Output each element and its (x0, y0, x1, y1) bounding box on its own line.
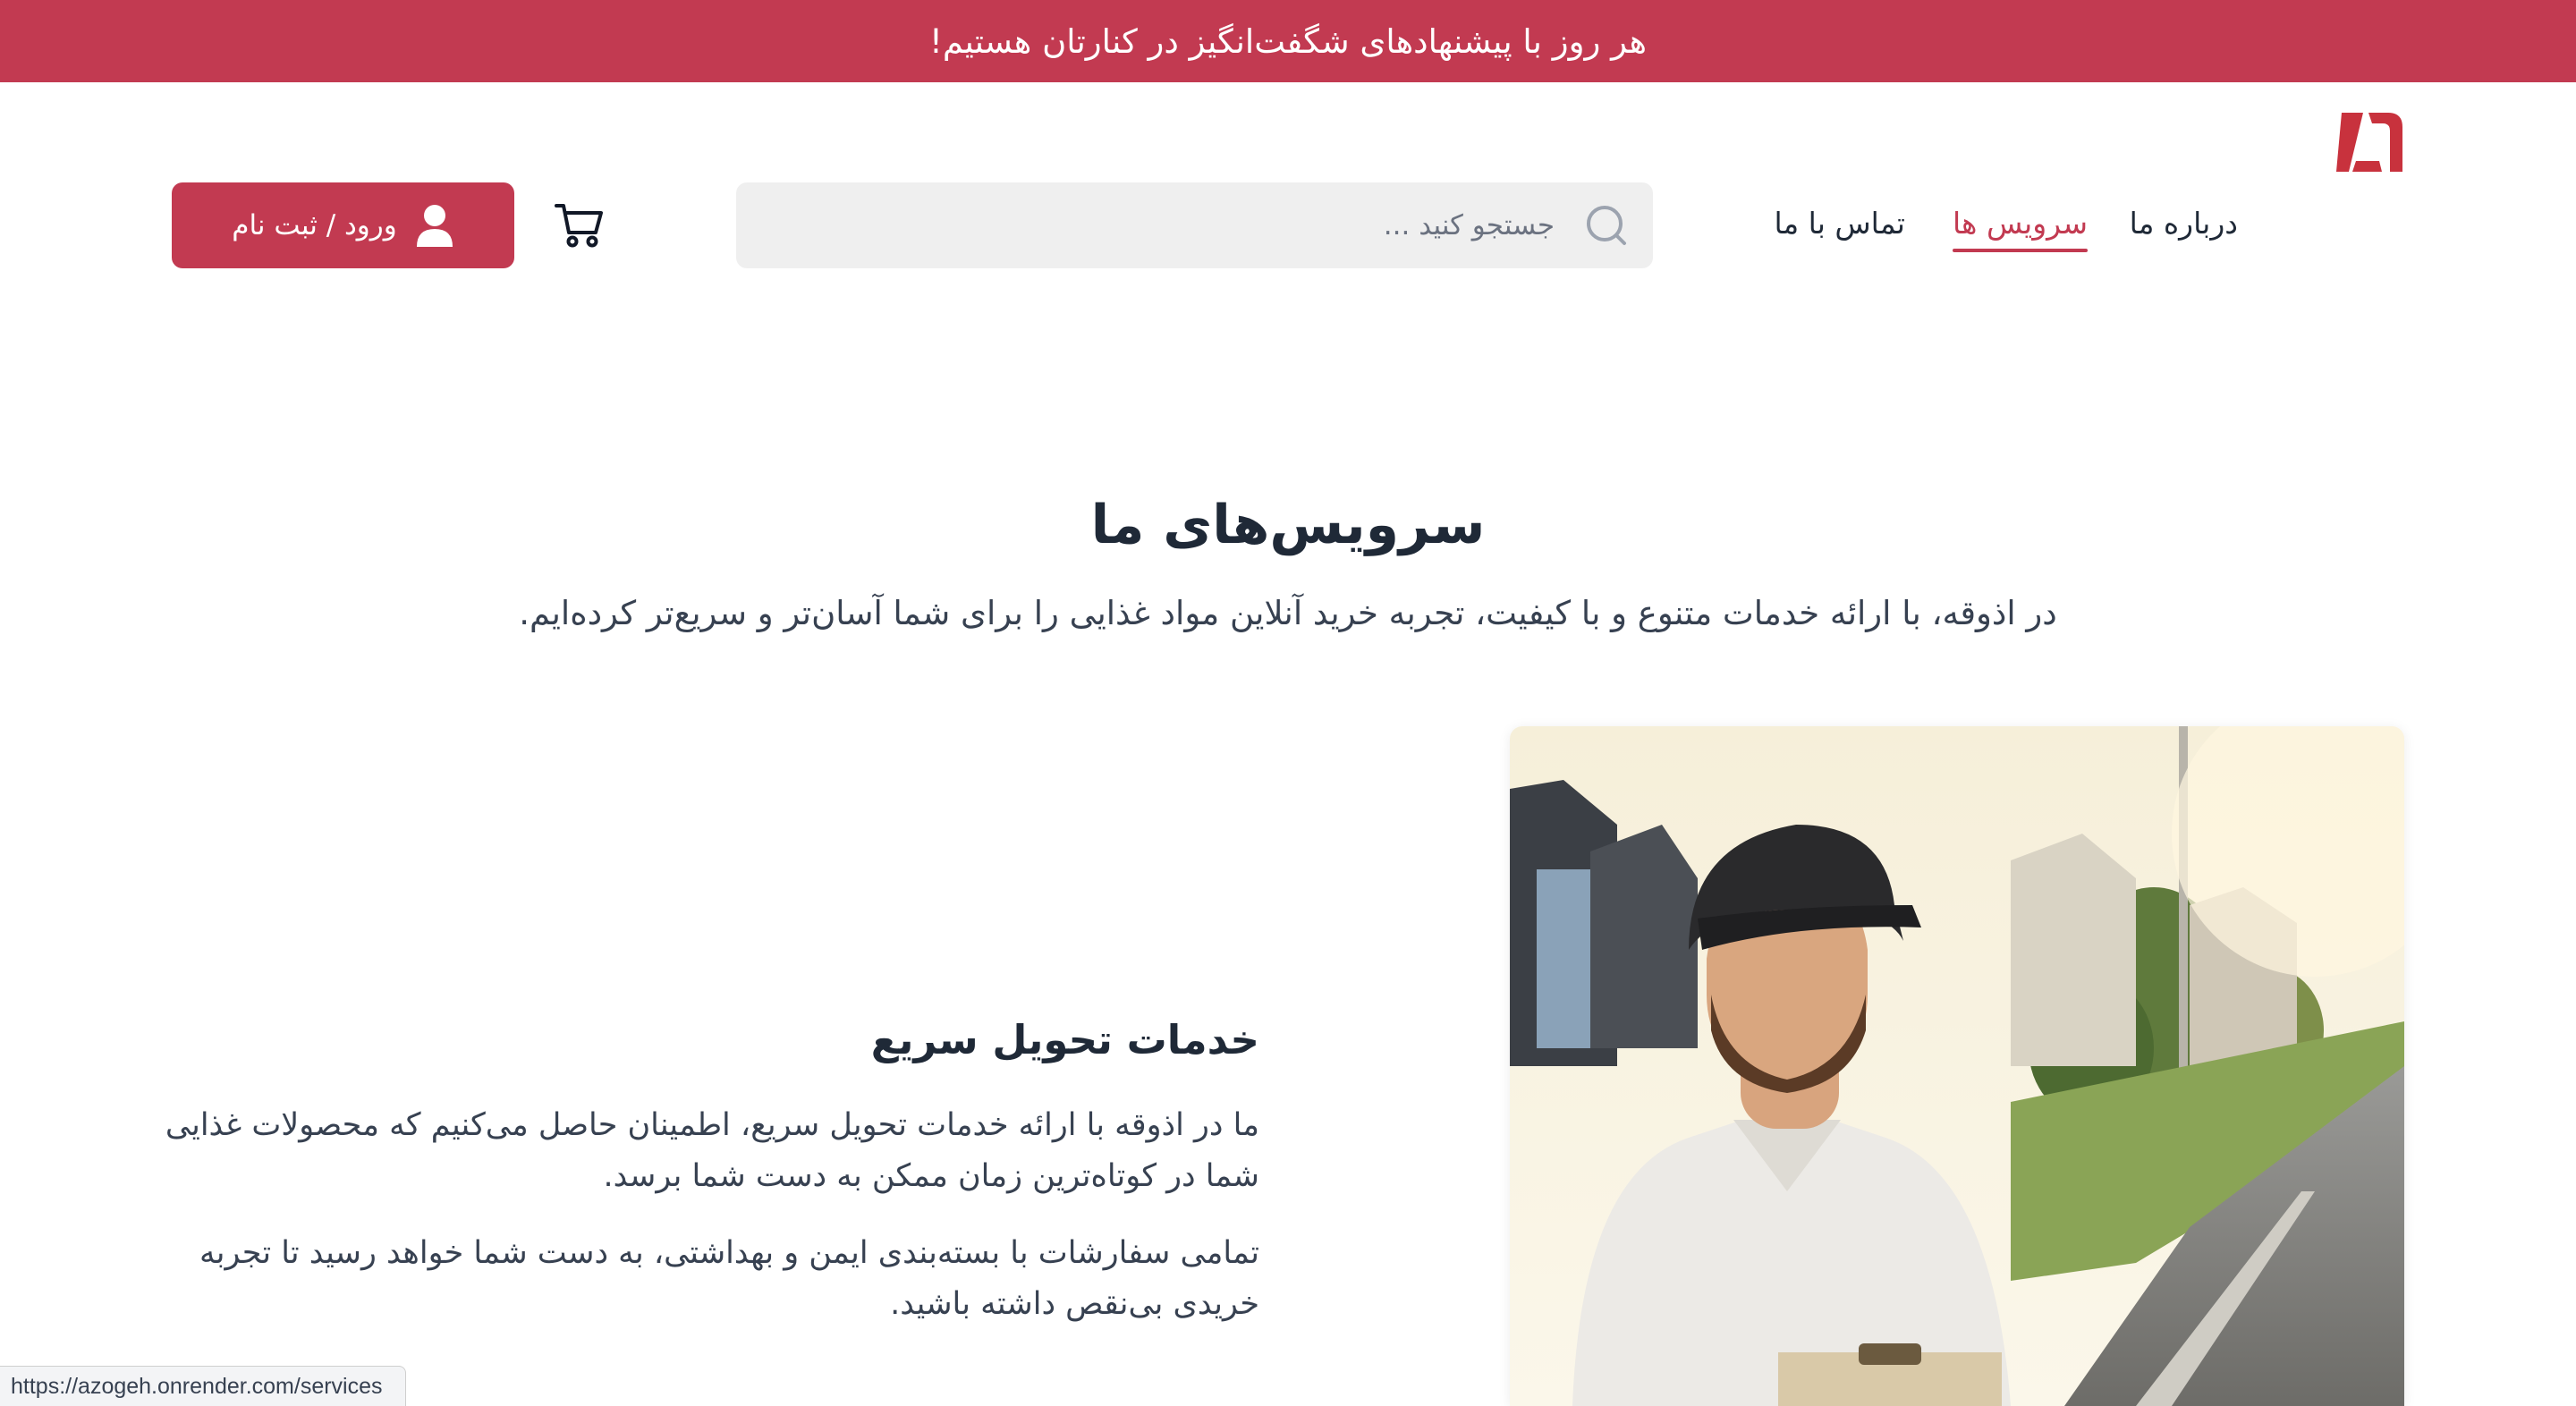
search-input[interactable] (785, 182, 1555, 268)
search-bar[interactable] (736, 182, 1653, 268)
user-icon (416, 205, 453, 247)
login-register-button[interactable]: ورود / ثبت نام (172, 182, 514, 268)
page-subtitle: در اذوقه، با ارائه خدمات متنوع و با کیفی… (519, 594, 2057, 632)
service-description-2: تمامی سفارشات با بسته‌بندی ایمن و بهداشت… (199, 1235, 1259, 1322)
delivery-photo-illustration (1510, 726, 2404, 1406)
logo-mark (2336, 113, 2402, 172)
service-title: خدمات تحویل سریع (870, 1016, 1259, 1063)
azogeh-logo-icon[interactable] (2333, 106, 2406, 179)
promo-banner: هر روز با پیشنهادهای شگفت‌انگیز در کنارت… (0, 0, 2576, 82)
login-register-label: ورود / ثبت نام (232, 209, 397, 241)
cart-icon[interactable] (553, 199, 605, 250)
nav-contact[interactable]: تماس با ما (1774, 202, 1905, 245)
page-title: سرویس‌های ما (1090, 494, 1486, 556)
promo-banner-text: هر روز با پیشنهادهای شگفت‌انگیز در کنارت… (929, 21, 1648, 61)
nav-about[interactable]: درباره ما (2130, 202, 2238, 245)
service-description-1: ما در اذوقه با ارائه خدمات تحویل سریع، ا… (165, 1107, 1259, 1194)
nav-services[interactable]: سرویس ها (1953, 202, 2088, 252)
delivery-man-photo (1510, 726, 2404, 1406)
status-bar-url: https://azogeh.onrender.com/services (0, 1366, 406, 1406)
search-icon[interactable] (1583, 202, 1630, 249)
